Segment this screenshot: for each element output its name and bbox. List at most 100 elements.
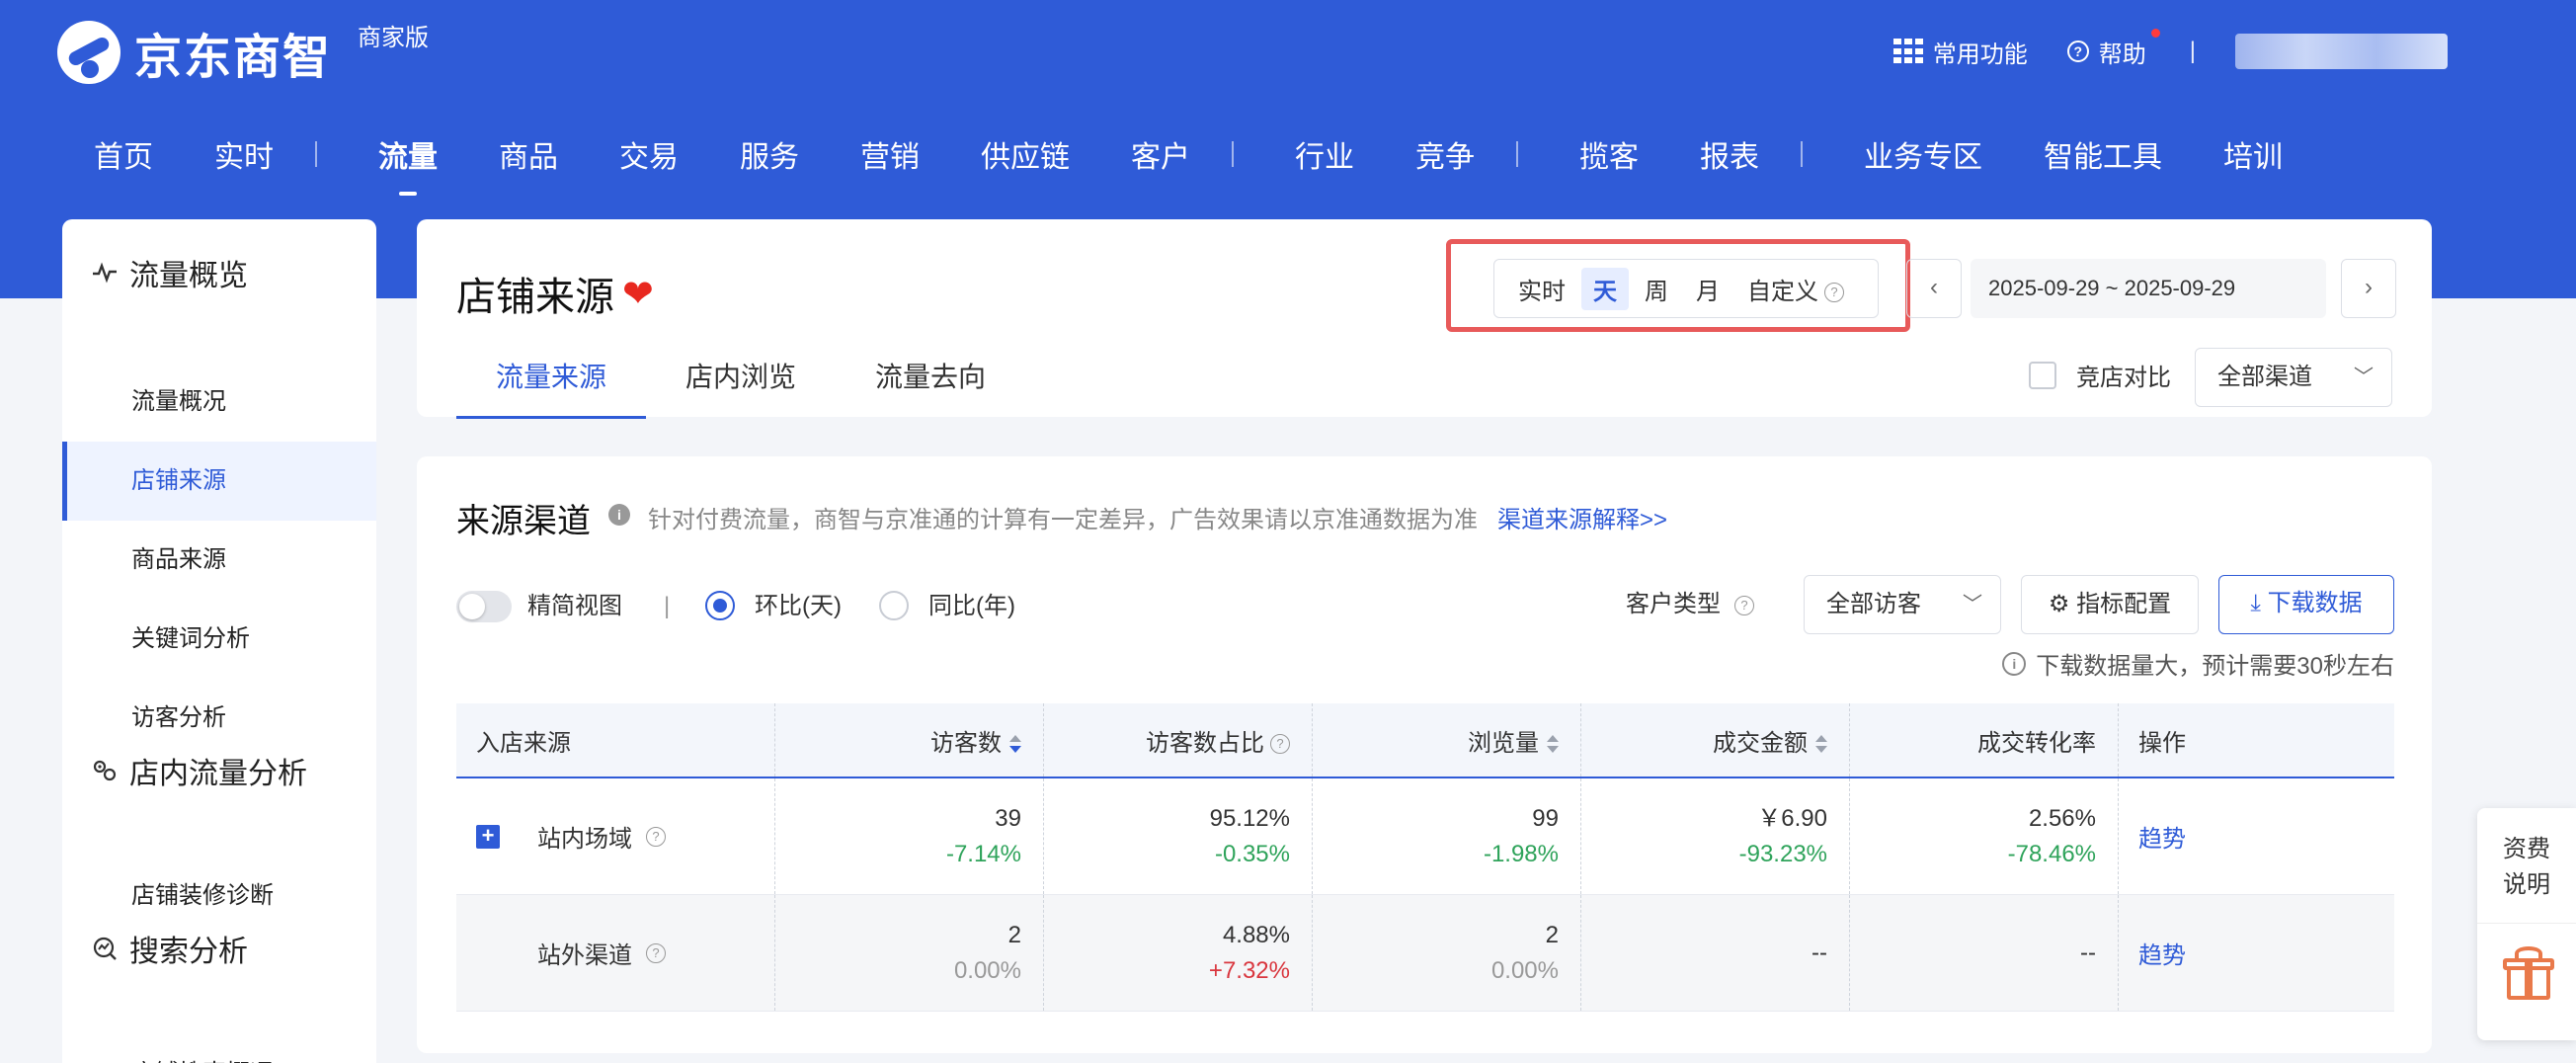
conversion-cell: 2.56% -78.46% — [1850, 778, 2119, 894]
info-icon: i — [608, 504, 630, 526]
question-icon[interactable]: ? — [1734, 595, 1754, 615]
chevron-down-icon: ﹀ — [2354, 367, 2374, 388]
nav-item-traffic[interactable]: 流量 — [378, 132, 438, 196]
expand-plus-icon[interactable]: + — [476, 824, 500, 849]
col-header-page-views[interactable]: 浏览量 — [1313, 703, 1581, 777]
nav-item-smart-tools[interactable]: 智能工具 — [2044, 132, 2162, 176]
sidebar-item-product-source[interactable]: 商品来源 — [62, 521, 376, 600]
sidebar-group-label: 店内流量分析 — [129, 758, 307, 790]
fee-explanation-button[interactable]: 资费 说明 — [2477, 832, 2576, 903]
sidebar-item-visitor-analysis[interactable]: 访客分析 — [62, 679, 376, 758]
nav-item-service[interactable]: 服务 — [740, 132, 799, 176]
header-label: 成交金额 — [1713, 729, 1808, 757]
period-realtime[interactable]: 实时 — [1506, 268, 1577, 310]
sidebar-item-keyword-analysis[interactable]: 关键词分析 — [62, 600, 376, 679]
action-cell: 趋势 — [2119, 778, 2394, 894]
nav-item-home[interactable]: 首页 — [94, 132, 153, 176]
favorite-heart-icon[interactable]: ❤ — [622, 272, 654, 316]
period-day[interactable]: 天 — [1581, 267, 1629, 310]
col-header-amount[interactable]: 成交金额 — [1581, 703, 1850, 777]
user-account-blurred[interactable] — [2235, 34, 2448, 69]
competitor-compare[interactable]: 竞店对比 — [2029, 358, 2171, 392]
page-tabs: 流量来源 店内浏览 流量去向 — [456, 358, 1025, 419]
visitor-type-select[interactable]: 全部访客 ﹀ — [1804, 575, 2001, 634]
channel-source-explanation-link[interactable]: 渠道来源解释>> — [1497, 500, 1667, 534]
amount-value: -- — [1811, 939, 1827, 966]
period-month[interactable]: 月 — [1684, 268, 1731, 310]
question-icon[interactable]: ? — [1270, 734, 1290, 755]
nav-item-reports[interactable]: 报表 — [1700, 132, 1759, 176]
question-icon[interactable]: ? — [1824, 283, 1844, 303]
nav-item-customers[interactable]: 客户 — [1131, 132, 1190, 176]
nav-item-training[interactable]: 培训 — [2223, 132, 2283, 176]
visitors-cell: 2 0.00% — [775, 895, 1044, 1011]
nav-item-marketing[interactable]: 营销 — [860, 132, 920, 176]
sidebar-group-search-analysis[interactable]: 搜索分析 — [92, 927, 248, 970]
prev-date-button[interactable]: ‹ — [1906, 259, 1962, 318]
nav-item-competition[interactable]: 竞争 — [1415, 132, 1475, 176]
nav-separator — [1516, 141, 1518, 167]
header-label: 操作 — [2138, 729, 2186, 757]
question-icon[interactable]: ? — [646, 942, 666, 963]
simple-view-toggle[interactable] — [456, 591, 512, 622]
sidebar-group-label: 搜索分析 — [129, 936, 248, 968]
sort-icon[interactable] — [1815, 735, 1827, 754]
period-week[interactable]: 周 — [1633, 268, 1680, 310]
tab-traffic-destination[interactable]: 流量去向 — [836, 358, 1025, 419]
page-header-card: 店铺来源 ❤ 流量来源 店内浏览 流量去向 实时 天 周 月 自定义? ‹ 20… — [417, 219, 2432, 419]
sidebar-item-store-search-overview[interactable]: 店铺搜索概况 — [62, 1034, 376, 1063]
simple-view-label: 精简视图 — [527, 593, 622, 619]
action-cell: 趋势 — [2119, 895, 2394, 1011]
nav-item-industry[interactable]: 行业 — [1295, 132, 1354, 176]
period-selector: 实时 天 周 月 自定义? — [1493, 259, 1879, 318]
customer-type-text: 客户类型 — [1626, 591, 1721, 617]
radio-mom[interactable] — [705, 591, 735, 620]
period-custom[interactable]: 自定义? — [1735, 268, 1856, 310]
source-name: 站外渠道 — [537, 942, 632, 969]
help-button[interactable]: ? 帮助 — [2066, 28, 2160, 69]
download-data-button[interactable]: ⤓ 下载数据 — [2218, 575, 2394, 634]
sidebar-group-instore-traffic[interactable]: 店内流量分析 — [92, 749, 307, 792]
sidebar-item-decoration-diagnosis[interactable]: 店铺装修诊断 — [62, 857, 376, 936]
option-divider: | — [664, 593, 671, 619]
visitors-value: 39 — [995, 804, 1021, 832]
common-functions-button[interactable]: 常用功能 — [1892, 35, 2028, 69]
nav-item-products[interactable]: 商品 — [499, 132, 558, 176]
radio-yoy[interactable] — [879, 591, 909, 620]
download-label: 下载数据 — [2267, 590, 2363, 616]
share-cell: 95.12% -0.35% — [1044, 778, 1313, 894]
trend-link[interactable]: 趋势 — [2138, 819, 2394, 854]
share-value: 95.12% — [1209, 804, 1290, 832]
logo[interactable]: 京东商智 — [57, 18, 332, 87]
compare-checkbox[interactable] — [2029, 361, 2056, 389]
chevron-down-icon: ﹀ — [1963, 594, 1982, 615]
tab-traffic-source[interactable]: 流量来源 — [456, 358, 647, 419]
trend-link[interactable]: 趋势 — [2138, 936, 2394, 970]
nav-item-realtime[interactable]: 实时 — [214, 132, 274, 176]
sidebar-group-traffic-overview[interactable]: 流量概览 — [92, 251, 248, 294]
nav-item-lead-gen[interactable]: 揽客 — [1579, 132, 1639, 176]
sort-icon[interactable] — [1009, 735, 1021, 754]
sidebar-item-traffic-summary[interactable]: 流量概况 — [62, 363, 376, 442]
source-cell: 站外渠道 ? — [456, 895, 775, 1011]
tab-instore-browsing[interactable]: 店内浏览 — [646, 358, 836, 419]
next-date-button[interactable]: › — [2341, 259, 2396, 318]
nav-item-transactions[interactable]: 交易 — [619, 132, 679, 176]
top-right-toolbar: 常用功能 ? 帮助 | — [1854, 28, 2448, 69]
pv-value: 2 — [1545, 921, 1559, 948]
date-range-picker[interactable]: 2025-09-29 ~ 2025-09-29 — [1971, 259, 2326, 318]
col-header-visitors[interactable]: 访客数 — [775, 703, 1044, 777]
gift-icon[interactable] — [2503, 946, 2554, 1002]
edition-badge: 商家版 — [358, 25, 429, 51]
channel-select[interactable]: 全部渠道 ﹀ — [2195, 348, 2392, 407]
nav-item-business-zone[interactable]: 业务专区 — [1864, 132, 1982, 176]
pv-value: 99 — [1532, 804, 1559, 832]
header-label: 访客数占比 — [1146, 729, 1264, 757]
sort-icon[interactable] — [1547, 735, 1559, 754]
nav-item-supply-chain[interactable]: 供应链 — [981, 132, 1070, 176]
metric-config-button[interactable]: ⚙ 指标配置 — [2021, 575, 2199, 634]
share-cell: 4.88% +7.32% — [1044, 895, 1313, 1011]
question-icon[interactable]: ? — [646, 826, 666, 847]
sidebar-item-store-source[interactable]: 店铺来源 — [62, 442, 376, 521]
grid-icon — [1892, 39, 1923, 64]
